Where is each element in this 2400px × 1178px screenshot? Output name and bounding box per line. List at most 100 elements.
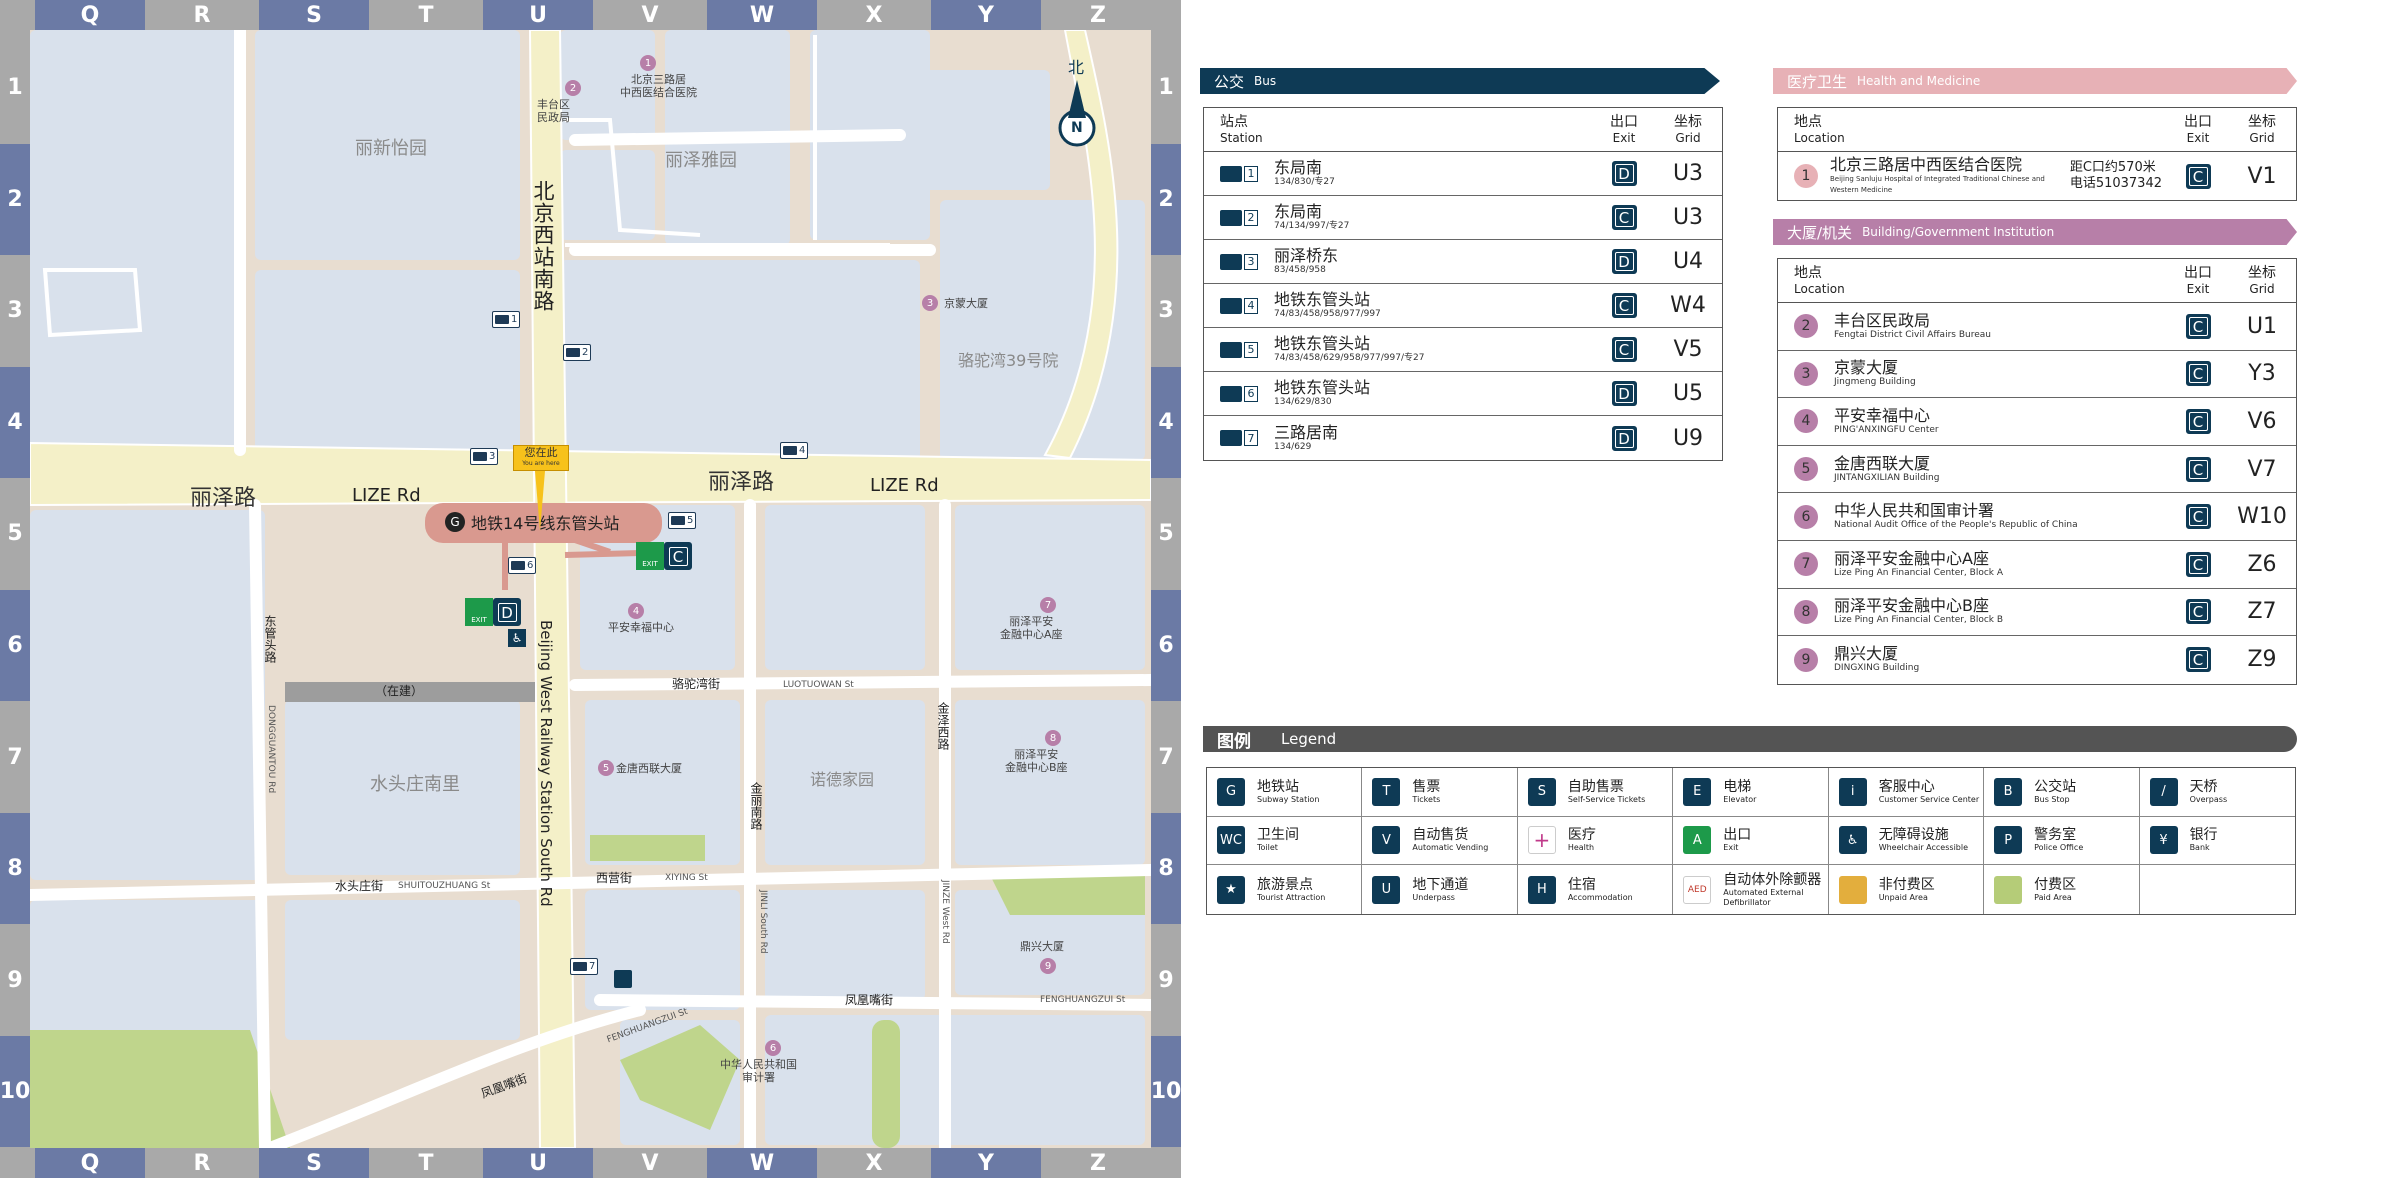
legend-item: H 住宿 Accommodation bbox=[1518, 865, 1674, 914]
police-icon: P bbox=[1994, 826, 2023, 855]
legend-grid: G 地铁站 Subway Station T 售票 Tickets S 自助售票 Self-Se… bbox=[1206, 767, 2296, 915]
subway-icon: G bbox=[1217, 777, 1245, 806]
building-name-en: Jingmeng Building bbox=[1834, 377, 1916, 388]
road-jinli-en: JINLI South Rd bbox=[758, 890, 768, 954]
bus-table-row[interactable]: 3 丽泽桥东 83/458/958 D U4 bbox=[1204, 240, 1722, 284]
bus-stop-marker-1[interactable]: 1 bbox=[492, 311, 520, 328]
poi-marker-9[interactable]: 9 bbox=[1040, 958, 1056, 974]
legend-item: U 地下通道 Underpass bbox=[1362, 865, 1518, 914]
health-icon: + bbox=[1527, 826, 1556, 855]
grid-row-label-8: 8 bbox=[0, 813, 30, 925]
poi-marker-4[interactable]: 4 bbox=[628, 603, 644, 619]
station-area-map: QRSTUVWXYZ QRSTUVWXYZ 1 2 3 4 5 6 7 8 9 10 123456… bbox=[0, 0, 1181, 1178]
building-table-row[interactable]: 8 丽泽平安金融中心B座 Lize Ping An Financial Center… bbox=[1778, 589, 2296, 637]
area-construction: （在建） bbox=[375, 684, 424, 698]
exit-d-marker[interactable]: EXIT D bbox=[465, 598, 521, 626]
grid-row-label-4: 4 bbox=[1151, 366, 1181, 478]
bus-icon bbox=[1220, 297, 1242, 314]
station-name: 地铁14号线东管头站 bbox=[471, 514, 620, 533]
road-lize-en-left: LIZE Rd bbox=[352, 485, 421, 506]
bus-table-row[interactable]: 6 地铁东管头站 134/629/830 D U5 bbox=[1204, 372, 1722, 416]
poi-number-badge: 9 bbox=[1794, 647, 1818, 672]
elevator-icon: E bbox=[1683, 777, 1712, 806]
bus-stop-marker-3[interactable]: 3 bbox=[470, 448, 498, 465]
compass-north-letter: N bbox=[1071, 120, 1083, 136]
poi-marker-8[interactable]: 8 bbox=[1045, 730, 1061, 746]
grid-row-label-7: 7 bbox=[1151, 701, 1181, 813]
poi-number-badge: 6 bbox=[1794, 504, 1818, 529]
poi-label-1: 北京三路居 中西医结合医院 bbox=[620, 73, 697, 99]
building-name-en: JINTANGXILIAN Building bbox=[1834, 472, 1940, 483]
bus-icon bbox=[783, 446, 797, 455]
bus-stop-marker-5[interactable]: 5 bbox=[668, 512, 696, 529]
grid-column-label-w: W bbox=[707, 0, 817, 30]
bus-stop-marker-4[interactable]: 4 bbox=[780, 442, 808, 459]
grid-row-label-2: 2 bbox=[1151, 143, 1181, 255]
grid-column-label-u: U bbox=[483, 1148, 593, 1178]
poi-marker-3[interactable]: 3 bbox=[922, 295, 938, 311]
bus-table-row[interactable]: 4 地铁东管头站 74/83/458/958/977/997 C W4 bbox=[1204, 284, 1722, 328]
vending-icon: V bbox=[1372, 826, 1401, 855]
exit-c-marker[interactable]: EXIT C bbox=[636, 542, 692, 570]
bus-icon bbox=[1220, 341, 1242, 358]
poi-number-badge: 7 bbox=[1794, 552, 1818, 577]
exit-badge: D bbox=[1611, 425, 1637, 451]
grid-code: Z7 bbox=[2247, 599, 2277, 625]
road-bjxz-en: Beijing West Railway Station South Rd bbox=[537, 620, 555, 907]
legend-item: ¥ 银行 Bank bbox=[2139, 817, 2295, 866]
bus-table-row[interactable]: 7 三路居南 134/629 D U9 bbox=[1204, 416, 1722, 460]
bus-station-name: 东局南 bbox=[1274, 202, 1323, 221]
bus-stop-marker-7[interactable]: 7 bbox=[570, 958, 598, 975]
legend-item: 非付费区 Unpaid Area bbox=[1829, 865, 1985, 914]
building-name: 中华人民共和国审计署 bbox=[1834, 501, 1995, 521]
subway-station-label[interactable]: G 地铁14号线东管头站 bbox=[445, 510, 619, 534]
legend-item: T 售票 Tickets bbox=[1362, 768, 1518, 817]
building-table-row[interactable]: 6 中华人民共和国审计署 National Audit Office of the … bbox=[1778, 493, 2296, 541]
attraction-icon: ★ bbox=[1217, 875, 1245, 904]
bus-table-row[interactable]: 1 东局南 134/830/专27 D U3 bbox=[1204, 152, 1722, 196]
grid-column-label-q: Q bbox=[35, 1148, 145, 1178]
grid-row-label-3: 3 bbox=[0, 255, 30, 367]
grid-code: U1 bbox=[2246, 313, 2278, 339]
poi-label-7: 丽泽平安 金融中心A座 bbox=[1000, 615, 1063, 641]
poi-marker-6[interactable]: 6 bbox=[765, 1040, 781, 1056]
building-name-en: National Audit Office of the People's Re… bbox=[1834, 520, 2078, 531]
poi-marker-2[interactable]: 2 bbox=[565, 80, 581, 96]
poi-marker-7[interactable]: 7 bbox=[1040, 597, 1056, 613]
bus-table-row[interactable]: 5 地铁东管头站 74/83/458/629/958/977/997/专27 C V5 bbox=[1204, 328, 1722, 372]
bus-icon bbox=[671, 516, 685, 525]
building-table-row[interactable]: 2 丰台区民政局 Fengtai District Civil Affairs Bu… bbox=[1778, 303, 2296, 351]
poi-marker-1[interactable]: 1 bbox=[640, 55, 656, 71]
road-lize-zh-left: 丽泽路 bbox=[190, 486, 257, 511]
grid-column-label-w: W bbox=[707, 1148, 817, 1178]
underpass-icon: U bbox=[1372, 875, 1401, 904]
poi-marker-5[interactable]: 5 bbox=[598, 760, 614, 776]
exit-badge: C bbox=[1611, 337, 1637, 362]
area-nuodejiayuan: 诺德家园 bbox=[810, 770, 875, 789]
grid-column-label-s: S bbox=[259, 0, 369, 30]
building-name: 金唐西联大厦 bbox=[1834, 453, 1931, 473]
bus-stop-badge: 4 bbox=[1220, 297, 1258, 314]
building-name-en: Fengtai District Civil Affairs Bureau bbox=[1834, 329, 1991, 340]
building-table-row[interactable]: 3 京蒙大厦 Jingmeng Building C Y3 bbox=[1778, 351, 2296, 399]
bus-stop-marker-2[interactable]: 2 bbox=[563, 344, 591, 361]
road-fenghuangzui-zh: 凤凰嘴街 bbox=[845, 993, 894, 1007]
bus-icon bbox=[1220, 385, 1242, 402]
grid-code: Z6 bbox=[2247, 551, 2277, 577]
building-table-row[interactable]: 7 丽泽平安金融中心A座 Lize Ping An Financial Center… bbox=[1778, 541, 2296, 589]
bus-table-row[interactable]: 2 东局南 74/134/997/专27 C U3 bbox=[1204, 196, 1722, 240]
building-table-row[interactable]: 5 金唐西联大厦 JINTANGXILIAN Building C V7 bbox=[1778, 446, 2296, 494]
legend-item: ★ 旅游景点 Tourist Attraction bbox=[1207, 865, 1363, 914]
exit-badge: C bbox=[2185, 551, 2211, 577]
health-row[interactable]: 1 北京三路居中西医结合医院 Beijing Sanluju Hospital … bbox=[1778, 152, 2296, 200]
building-name-en: Lize Ping An Financial Center, Block B bbox=[1834, 615, 2004, 626]
building-table-row[interactable]: 4 平安幸福中心 PING'ANXINGFU Center C V6 bbox=[1778, 398, 2296, 446]
building-name: 京蒙大厦 bbox=[1834, 358, 1899, 378]
bus-station-name: 丽泽桥东 bbox=[1274, 246, 1339, 265]
bus-stop-marker-6[interactable]: 6 bbox=[508, 557, 536, 574]
bus-station-name: 地铁东管头站 bbox=[1274, 290, 1371, 309]
road-dongguantou-zh: 东管头路 bbox=[263, 615, 277, 663]
building-table-row[interactable]: 9 鼎兴大厦 DINGXING Building C Z9 bbox=[1778, 636, 2296, 684]
grid-code: U9 bbox=[1672, 425, 1704, 451]
bus-section-header: 公交 Bus bbox=[1200, 68, 1720, 94]
